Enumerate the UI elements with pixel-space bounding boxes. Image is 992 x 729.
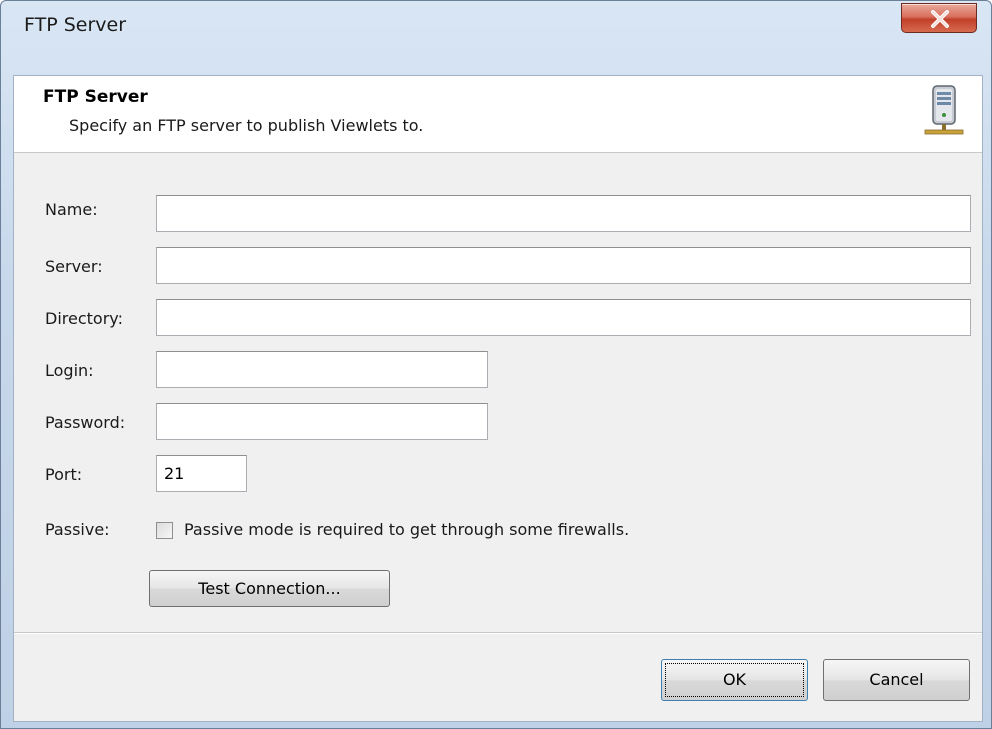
name-label: Name: bbox=[45, 200, 98, 219]
directory-input[interactable] bbox=[156, 299, 971, 336]
close-button[interactable] bbox=[901, 3, 977, 33]
title-bar[interactable]: FTP Server bbox=[1, 1, 991, 51]
password-input[interactable] bbox=[156, 403, 488, 440]
login-input[interactable] bbox=[156, 351, 488, 388]
header-banner: FTP Server Specify an FTP server to publ… bbox=[14, 76, 982, 153]
ok-button[interactable]: OK bbox=[661, 659, 808, 701]
port-label: Port: bbox=[45, 465, 83, 484]
dialog-body: FTP Server Specify an FTP server to publ… bbox=[13, 75, 983, 722]
server-label: Server: bbox=[45, 257, 103, 276]
passive-checkbox-label[interactable]: Passive mode is required to get through … bbox=[184, 520, 629, 539]
password-label: Password: bbox=[45, 413, 126, 432]
dialog-window: FTP Server FTP Server Specify an FTP ser… bbox=[0, 0, 992, 729]
server-input[interactable] bbox=[156, 247, 971, 284]
login-label: Login: bbox=[45, 361, 94, 380]
banner-subtitle: Specify an FTP server to publish Viewlet… bbox=[69, 116, 424, 135]
server-icon bbox=[924, 85, 964, 135]
footer-separator bbox=[14, 632, 982, 634]
passive-label: Passive: bbox=[45, 520, 110, 539]
close-icon bbox=[931, 10, 949, 28]
cancel-button[interactable]: Cancel bbox=[823, 659, 970, 701]
passive-checkbox[interactable] bbox=[156, 522, 173, 539]
focus-ring bbox=[665, 663, 804, 697]
port-input[interactable] bbox=[156, 455, 247, 492]
banner-title: FTP Server bbox=[43, 87, 148, 107]
directory-label: Directory: bbox=[45, 309, 123, 328]
test-connection-button[interactable]: Test Connection... bbox=[149, 570, 390, 607]
name-input[interactable] bbox=[156, 195, 971, 232]
window-title: FTP Server bbox=[24, 14, 127, 36]
